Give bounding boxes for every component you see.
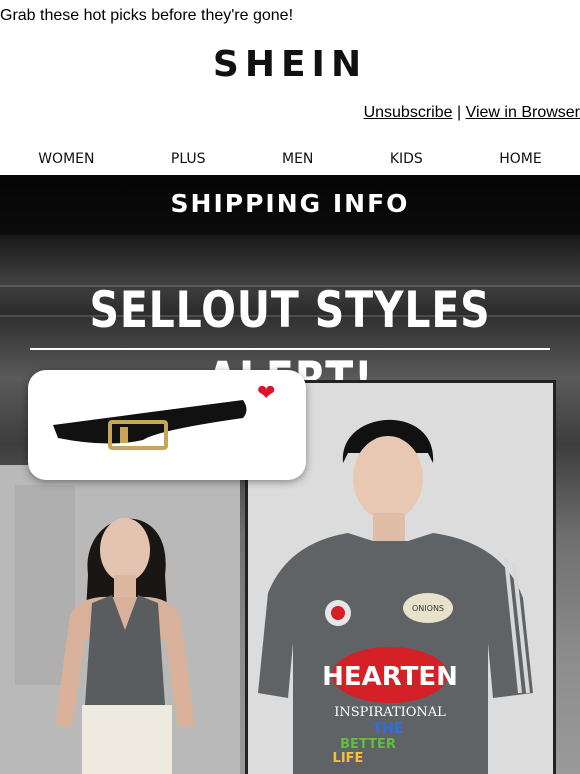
heart-icon[interactable]: ❤	[257, 382, 275, 404]
unsubscribe-link[interactable]: Unsubscribe	[364, 104, 453, 121]
woman-model-image	[0, 465, 240, 774]
view-in-browser-link[interactable]: View in Browser	[466, 104, 580, 121]
tshirt-badge: ONIONS	[412, 604, 444, 613]
small-print	[462, 407, 542, 409]
tshirt-line1: INSPIRATIONAL	[334, 705, 446, 720]
nav-home[interactable]: HOME	[499, 151, 541, 167]
preheader-text: Grab these hot picks before they're gone…	[0, 7, 294, 24]
shein-logo[interactable]: SHEIN	[0, 44, 580, 85]
tshirt-line3: BETTER	[340, 737, 396, 752]
nav-men[interactable]: MEN	[282, 151, 313, 167]
tshirt-line4: LIFE	[333, 751, 364, 766]
nav-plus[interactable]: PLUS	[171, 151, 206, 167]
headline-underline	[30, 348, 550, 350]
women-model-panel[interactable]	[0, 465, 240, 774]
tshirt-line2: THE	[373, 721, 404, 737]
hero-banner[interactable]: SHIPPING INFO SELLOUT STYLES ALERT!	[0, 175, 580, 774]
shipping-info-link[interactable]: SHIPPING INFO	[0, 189, 580, 218]
nav-women[interactable]: WOMEN	[38, 151, 94, 167]
main-nav: WOMEN PLUS MEN KIDS HOME	[0, 143, 580, 175]
tshirt-logo-text: HEARTEN	[322, 662, 458, 692]
link-separator: |	[456, 104, 462, 121]
header-links: Unsubscribe | View in Browser	[364, 104, 580, 122]
nav-kids[interactable]: KIDS	[390, 151, 423, 167]
